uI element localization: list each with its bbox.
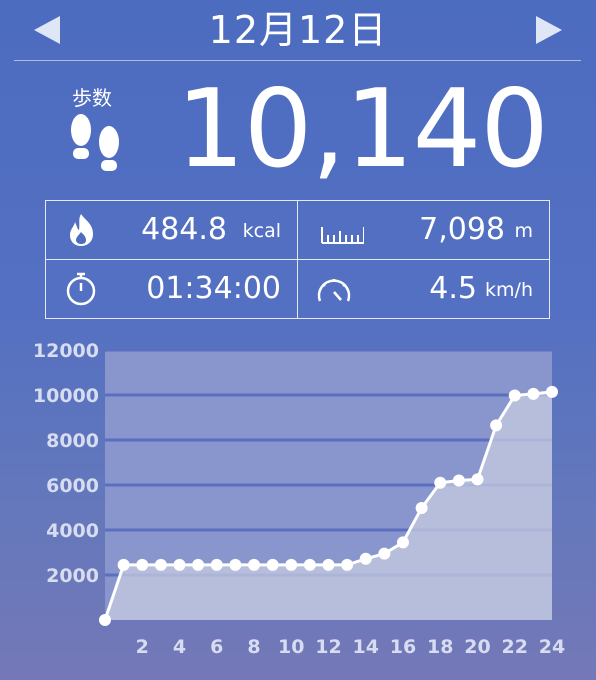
data-point <box>154 558 167 571</box>
x-tick-label: 4 <box>173 636 186 658</box>
flame-icon <box>70 214 93 246</box>
data-point <box>490 419 503 432</box>
data-point <box>229 558 242 571</box>
data-point <box>303 558 316 571</box>
data-point <box>136 558 149 571</box>
speed-unit: km/h <box>485 279 533 301</box>
date-header: 12月12日 <box>0 0 596 62</box>
data-point <box>527 387 540 400</box>
stats-grid: 484.8 kcal 7,098 m 01:34:00 4.5 km/h <box>45 200 550 319</box>
x-tick-label: 22 <box>502 636 528 658</box>
data-point <box>471 473 484 486</box>
y-tick-label: 6000 <box>46 475 99 497</box>
stopwatch-icon <box>66 272 96 306</box>
y-tick-label: 2000 <box>46 565 99 587</box>
steps-value: 10,140 <box>176 67 549 192</box>
data-point <box>248 558 260 571</box>
y-tick-label: 12000 <box>33 340 99 362</box>
x-tick-label: 10 <box>278 636 304 658</box>
x-tick-label: 12 <box>315 636 341 658</box>
y-tick-label: 8000 <box>46 430 99 452</box>
x-tick-label: 6 <box>210 636 223 658</box>
x-tick-label: 2 <box>136 636 149 658</box>
y-axis-ticks: 2000 4000 6000 8000 10000 12000 <box>33 340 99 587</box>
data-point <box>99 614 111 626</box>
data-point <box>173 558 186 571</box>
x-axis-ticks: 2 4 6 8 10 12 14 16 18 20 22 24 <box>136 636 566 658</box>
footprints-icon <box>71 114 119 171</box>
data-point <box>117 558 130 571</box>
data-point <box>359 552 372 565</box>
y-tick-label: 10000 <box>33 385 99 407</box>
calories-value: 484.8 <box>141 212 227 247</box>
data-point <box>546 385 558 398</box>
data-point <box>285 558 298 571</box>
data-point <box>266 558 279 571</box>
distance-value: 7,098 <box>419 212 505 247</box>
header-divider <box>14 60 581 61</box>
x-tick-label: 8 <box>247 636 260 658</box>
calories-unit: kcal <box>242 220 281 242</box>
y-tick-label: 4000 <box>46 520 99 542</box>
data-point <box>192 558 205 571</box>
time-value: 01:34:00 <box>146 271 281 306</box>
calories-cell: 484.8 kcal <box>46 201 297 259</box>
date-title: 12月12日 <box>208 8 388 52</box>
speedometer-icon <box>317 279 351 302</box>
x-tick-label: 16 <box>390 636 416 658</box>
speed-value: 4.5 <box>429 271 477 306</box>
time-cell: 01:34:00 <box>46 260 297 318</box>
x-tick-label: 18 <box>427 636 453 658</box>
x-tick-label: 24 <box>539 636 565 658</box>
x-tick-label: 14 <box>353 636 379 658</box>
data-point <box>397 536 409 549</box>
data-point <box>341 558 354 571</box>
data-point <box>452 474 465 487</box>
triangle-right-icon[interactable] <box>530 12 566 48</box>
ruler-icon <box>321 227 364 244</box>
data-point <box>322 558 335 571</box>
x-tick-label: 20 <box>464 636 490 658</box>
hourly-steps-chart: 20004000600080001000012000 2 4 6 8 10 12 14 16 1… <box>33 340 566 658</box>
distance-cell: 7,098 m <box>298 201 549 259</box>
data-point <box>508 389 521 402</box>
steps-label: 歩数 <box>72 86 112 110</box>
data-point <box>415 501 428 514</box>
speed-cell: 4.5 km/h <box>298 260 549 318</box>
data-point <box>378 547 391 560</box>
data-point <box>434 476 447 489</box>
distance-unit: m <box>514 220 533 242</box>
data-point <box>210 558 223 571</box>
